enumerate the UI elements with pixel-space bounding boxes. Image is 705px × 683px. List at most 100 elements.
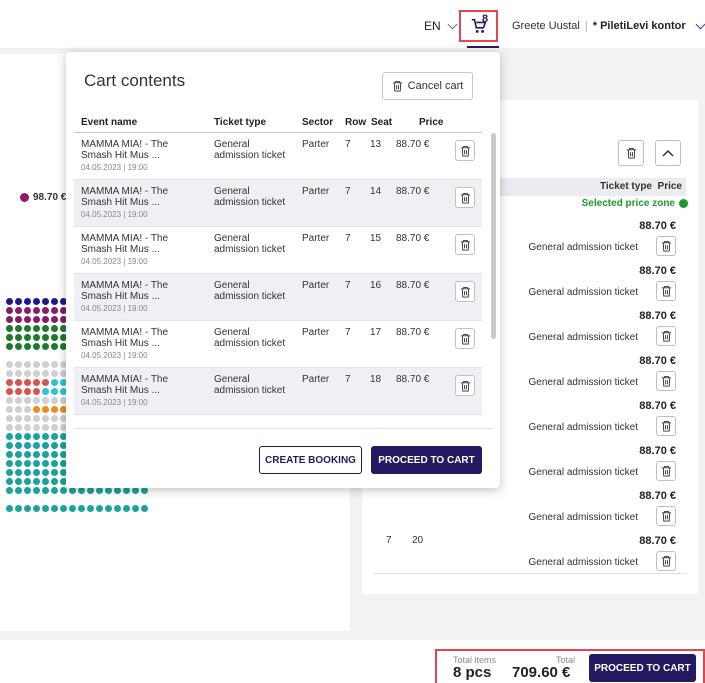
seat[interactable] [51,307,58,314]
seat[interactable] [15,316,22,323]
seat[interactable] [6,307,13,314]
seat[interactable] [15,478,22,485]
seat[interactable] [6,406,13,413]
seat[interactable] [15,370,22,377]
seat[interactable] [6,424,13,431]
seat[interactable] [15,343,22,350]
seat[interactable] [6,388,13,395]
seat[interactable] [105,505,112,512]
seat[interactable] [51,361,58,368]
seat[interactable] [33,505,40,512]
seat[interactable] [6,316,13,323]
seat[interactable] [15,460,22,467]
seat[interactable] [15,451,22,458]
seat[interactable] [24,334,31,341]
cart-scrollbar[interactable] [491,133,496,415]
seat[interactable] [69,505,76,512]
seat[interactable] [15,379,22,386]
seat[interactable] [24,325,31,332]
seat[interactable] [42,406,49,413]
seat[interactable] [51,433,58,440]
seat[interactable] [15,361,22,368]
seat[interactable] [51,325,58,332]
seat[interactable] [78,505,85,512]
seat[interactable] [33,361,40,368]
create-booking-button[interactable]: CREATE BOOKING [259,446,362,474]
seat[interactable] [24,415,31,422]
seat[interactable] [87,505,94,512]
seat[interactable] [15,406,22,413]
seat[interactable] [24,406,31,413]
seat[interactable] [42,469,49,476]
seat[interactable] [33,406,40,413]
seat[interactable] [6,451,13,458]
delete-ticket-button[interactable] [455,234,475,255]
seat[interactable] [33,325,40,332]
delete-ticket-button[interactable] [455,281,475,302]
seat[interactable] [24,424,31,431]
seat[interactable] [33,451,40,458]
seat[interactable] [15,325,22,332]
seat[interactable] [51,487,58,494]
seat[interactable] [24,379,31,386]
delete-ticket-button[interactable] [656,236,676,256]
seat[interactable] [24,469,31,476]
seat[interactable] [42,424,49,431]
seat[interactable] [33,379,40,386]
seat[interactable] [6,361,13,368]
seat[interactable] [6,343,13,350]
seat[interactable] [51,424,58,431]
seat[interactable] [15,442,22,449]
seat[interactable] [51,469,58,476]
seat[interactable] [33,388,40,395]
seat[interactable] [6,379,13,386]
seat[interactable] [24,442,31,449]
user-menu[interactable]: Greete Uustal | * PiletiLevi kontor [512,19,705,32]
seat[interactable] [123,505,130,512]
seat[interactable] [42,370,49,377]
seat[interactable] [42,379,49,386]
seat[interactable] [51,316,58,323]
seat[interactable] [15,487,22,494]
seat[interactable] [15,433,22,440]
seat[interactable] [24,370,31,377]
collapse-button[interactable] [655,140,681,166]
seat[interactable] [24,298,31,305]
seat[interactable] [15,469,22,476]
seat[interactable] [42,298,49,305]
seat[interactable] [78,487,85,494]
seat[interactable] [96,505,103,512]
seat[interactable] [42,487,49,494]
seat[interactable] [33,343,40,350]
seat[interactable] [42,433,49,440]
seat[interactable] [6,415,13,422]
seat[interactable] [15,397,22,404]
seat[interactable] [51,298,58,305]
seat[interactable] [24,307,31,314]
delete-ticket-button[interactable] [656,416,676,436]
seat[interactable] [24,316,31,323]
cart-button[interactable]: 8 [459,10,498,42]
seat[interactable] [114,505,121,512]
seat[interactable] [51,505,58,512]
delete-ticket-button[interactable] [656,461,676,481]
seat[interactable] [123,487,130,494]
seat[interactable] [60,505,67,512]
seat[interactable] [33,442,40,449]
cancel-cart-button[interactable]: Cancel cart [382,72,473,100]
seat[interactable] [33,478,40,485]
seat[interactable] [24,460,31,467]
seat[interactable] [6,460,13,467]
seat[interactable] [33,298,40,305]
seat[interactable] [6,397,13,404]
seat[interactable] [42,397,49,404]
seat[interactable] [24,361,31,368]
seat[interactable] [51,451,58,458]
seat[interactable] [105,487,112,494]
seat[interactable] [6,505,13,512]
seat[interactable] [42,415,49,422]
seat[interactable] [51,478,58,485]
seat[interactable] [42,451,49,458]
seat[interactable] [42,307,49,314]
seat[interactable] [15,505,22,512]
